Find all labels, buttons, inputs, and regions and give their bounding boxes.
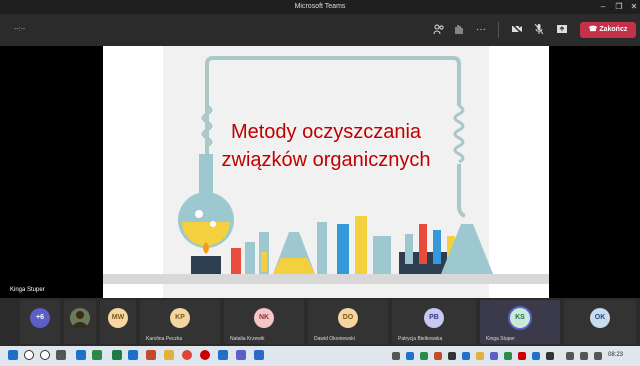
participant-name: Patrycja Bielkowska	[398, 336, 443, 342]
minimize-icon[interactable]: –	[596, 1, 610, 13]
avatar: MW	[108, 308, 128, 328]
share-screen-icon[interactable]	[555, 23, 569, 37]
tray-icon[interactable]	[546, 352, 554, 360]
store-icon[interactable]	[92, 350, 102, 360]
participant-name: Karolina Peczka	[146, 336, 183, 342]
tray-icon[interactable]	[448, 352, 456, 360]
maximize-icon[interactable]: ❐	[612, 1, 626, 13]
onedrive-icon[interactable]	[254, 350, 264, 360]
tray-icon[interactable]	[406, 352, 414, 360]
task-view-icon[interactable]	[56, 350, 66, 360]
avatar	[70, 308, 90, 328]
slide-title-line-1: Metody oczyszczania	[230, 121, 422, 143]
participant-tile[interactable]: PB Patrycja Bielkowska	[392, 300, 476, 344]
participant-tile[interactable]: OK	[564, 300, 636, 344]
windows-taskbar: 08:23	[0, 346, 640, 366]
raise-hand-icon[interactable]	[452, 23, 466, 37]
tray-icon[interactable]	[532, 352, 540, 360]
search-icon[interactable]	[24, 350, 34, 360]
taskbar-clock[interactable]: 08:23	[608, 352, 623, 358]
leave-label: Zakończ	[599, 26, 628, 33]
presentation-slide: Metody oczyszczania związków organicznyc…	[103, 46, 549, 298]
participant-tile[interactable]: KP Karolina Peczka	[140, 300, 220, 344]
tray-icon[interactable]	[462, 352, 470, 360]
battery-icon[interactable]	[594, 352, 602, 360]
tray-icon[interactable]	[420, 352, 428, 360]
avatar: PB	[424, 308, 444, 328]
excel-icon[interactable]	[112, 350, 122, 360]
participants-icon[interactable]	[432, 23, 446, 37]
presenter-name: Kinga Stuper	[10, 287, 45, 293]
file-explorer-icon[interactable]	[164, 350, 174, 360]
mic-off-icon[interactable]	[532, 23, 546, 37]
avatar: KS	[510, 308, 530, 328]
network-icon[interactable]	[566, 352, 574, 360]
toolbar-divider	[498, 22, 499, 38]
participant-tile[interactable]: MW	[100, 300, 136, 344]
slide-title-line-2: związków organicznych	[221, 149, 431, 171]
avatar: OK	[590, 308, 610, 328]
shared-content-stage: Metody oczyszczania związków organicznyc…	[0, 46, 640, 298]
tray-icon[interactable]	[434, 352, 442, 360]
avatar: KP	[170, 308, 190, 328]
word-icon[interactable]	[128, 350, 138, 360]
participant-name: Kinga Stuper	[486, 336, 515, 342]
participant-name: Dawid Okoniewski	[314, 336, 355, 342]
teams-icon[interactable]	[236, 350, 246, 360]
cortana-icon[interactable]	[40, 350, 50, 360]
window-title: Microsoft Teams	[294, 3, 346, 10]
tray-icon[interactable]	[518, 352, 526, 360]
outlook-icon[interactable]	[218, 350, 228, 360]
participant-tile[interactable]: DO Dawid Okoniewski	[308, 300, 388, 344]
participant-tile[interactable]: NK Natalia Krzewik	[224, 300, 304, 344]
opera-icon[interactable]	[200, 350, 210, 360]
tray-icon[interactable]	[490, 352, 498, 360]
overflow-count: +6	[30, 308, 50, 328]
participant-tile-active[interactable]: KS Kinga Stuper	[480, 300, 560, 344]
tray-icon[interactable]	[476, 352, 484, 360]
participant-strip: +6 MW KP Karolina Peczka NK Natalia Krze…	[0, 298, 640, 346]
phone-hangup-icon: ☎	[588, 26, 598, 33]
leave-button[interactable]: ☎ Zakończ	[580, 22, 636, 38]
avatar: NK	[254, 308, 274, 328]
start-icon[interactable]	[8, 350, 18, 360]
meeting-toolbar: --:-- ··· ☎ Zakończ	[0, 14, 640, 46]
participant-name: Natalia Krzewik	[230, 336, 265, 342]
tray-icon[interactable]	[392, 352, 400, 360]
overflow-participants-tile[interactable]: +6	[20, 300, 60, 344]
edge-icon[interactable]	[76, 350, 86, 360]
title-bar: Microsoft Teams – ❐ ✕	[0, 0, 640, 14]
powerpoint-icon[interactable]	[146, 350, 156, 360]
meeting-timer: --:--	[14, 26, 26, 33]
avatar: DO	[338, 308, 358, 328]
more-options-icon[interactable]: ···	[474, 23, 488, 37]
close-icon[interactable]: ✕	[627, 1, 640, 13]
camera-off-icon[interactable]	[510, 23, 524, 37]
volume-icon[interactable]	[580, 352, 588, 360]
participant-tile[interactable]	[64, 300, 96, 344]
tray-icon[interactable]	[504, 352, 512, 360]
chrome-icon[interactable]	[182, 350, 192, 360]
